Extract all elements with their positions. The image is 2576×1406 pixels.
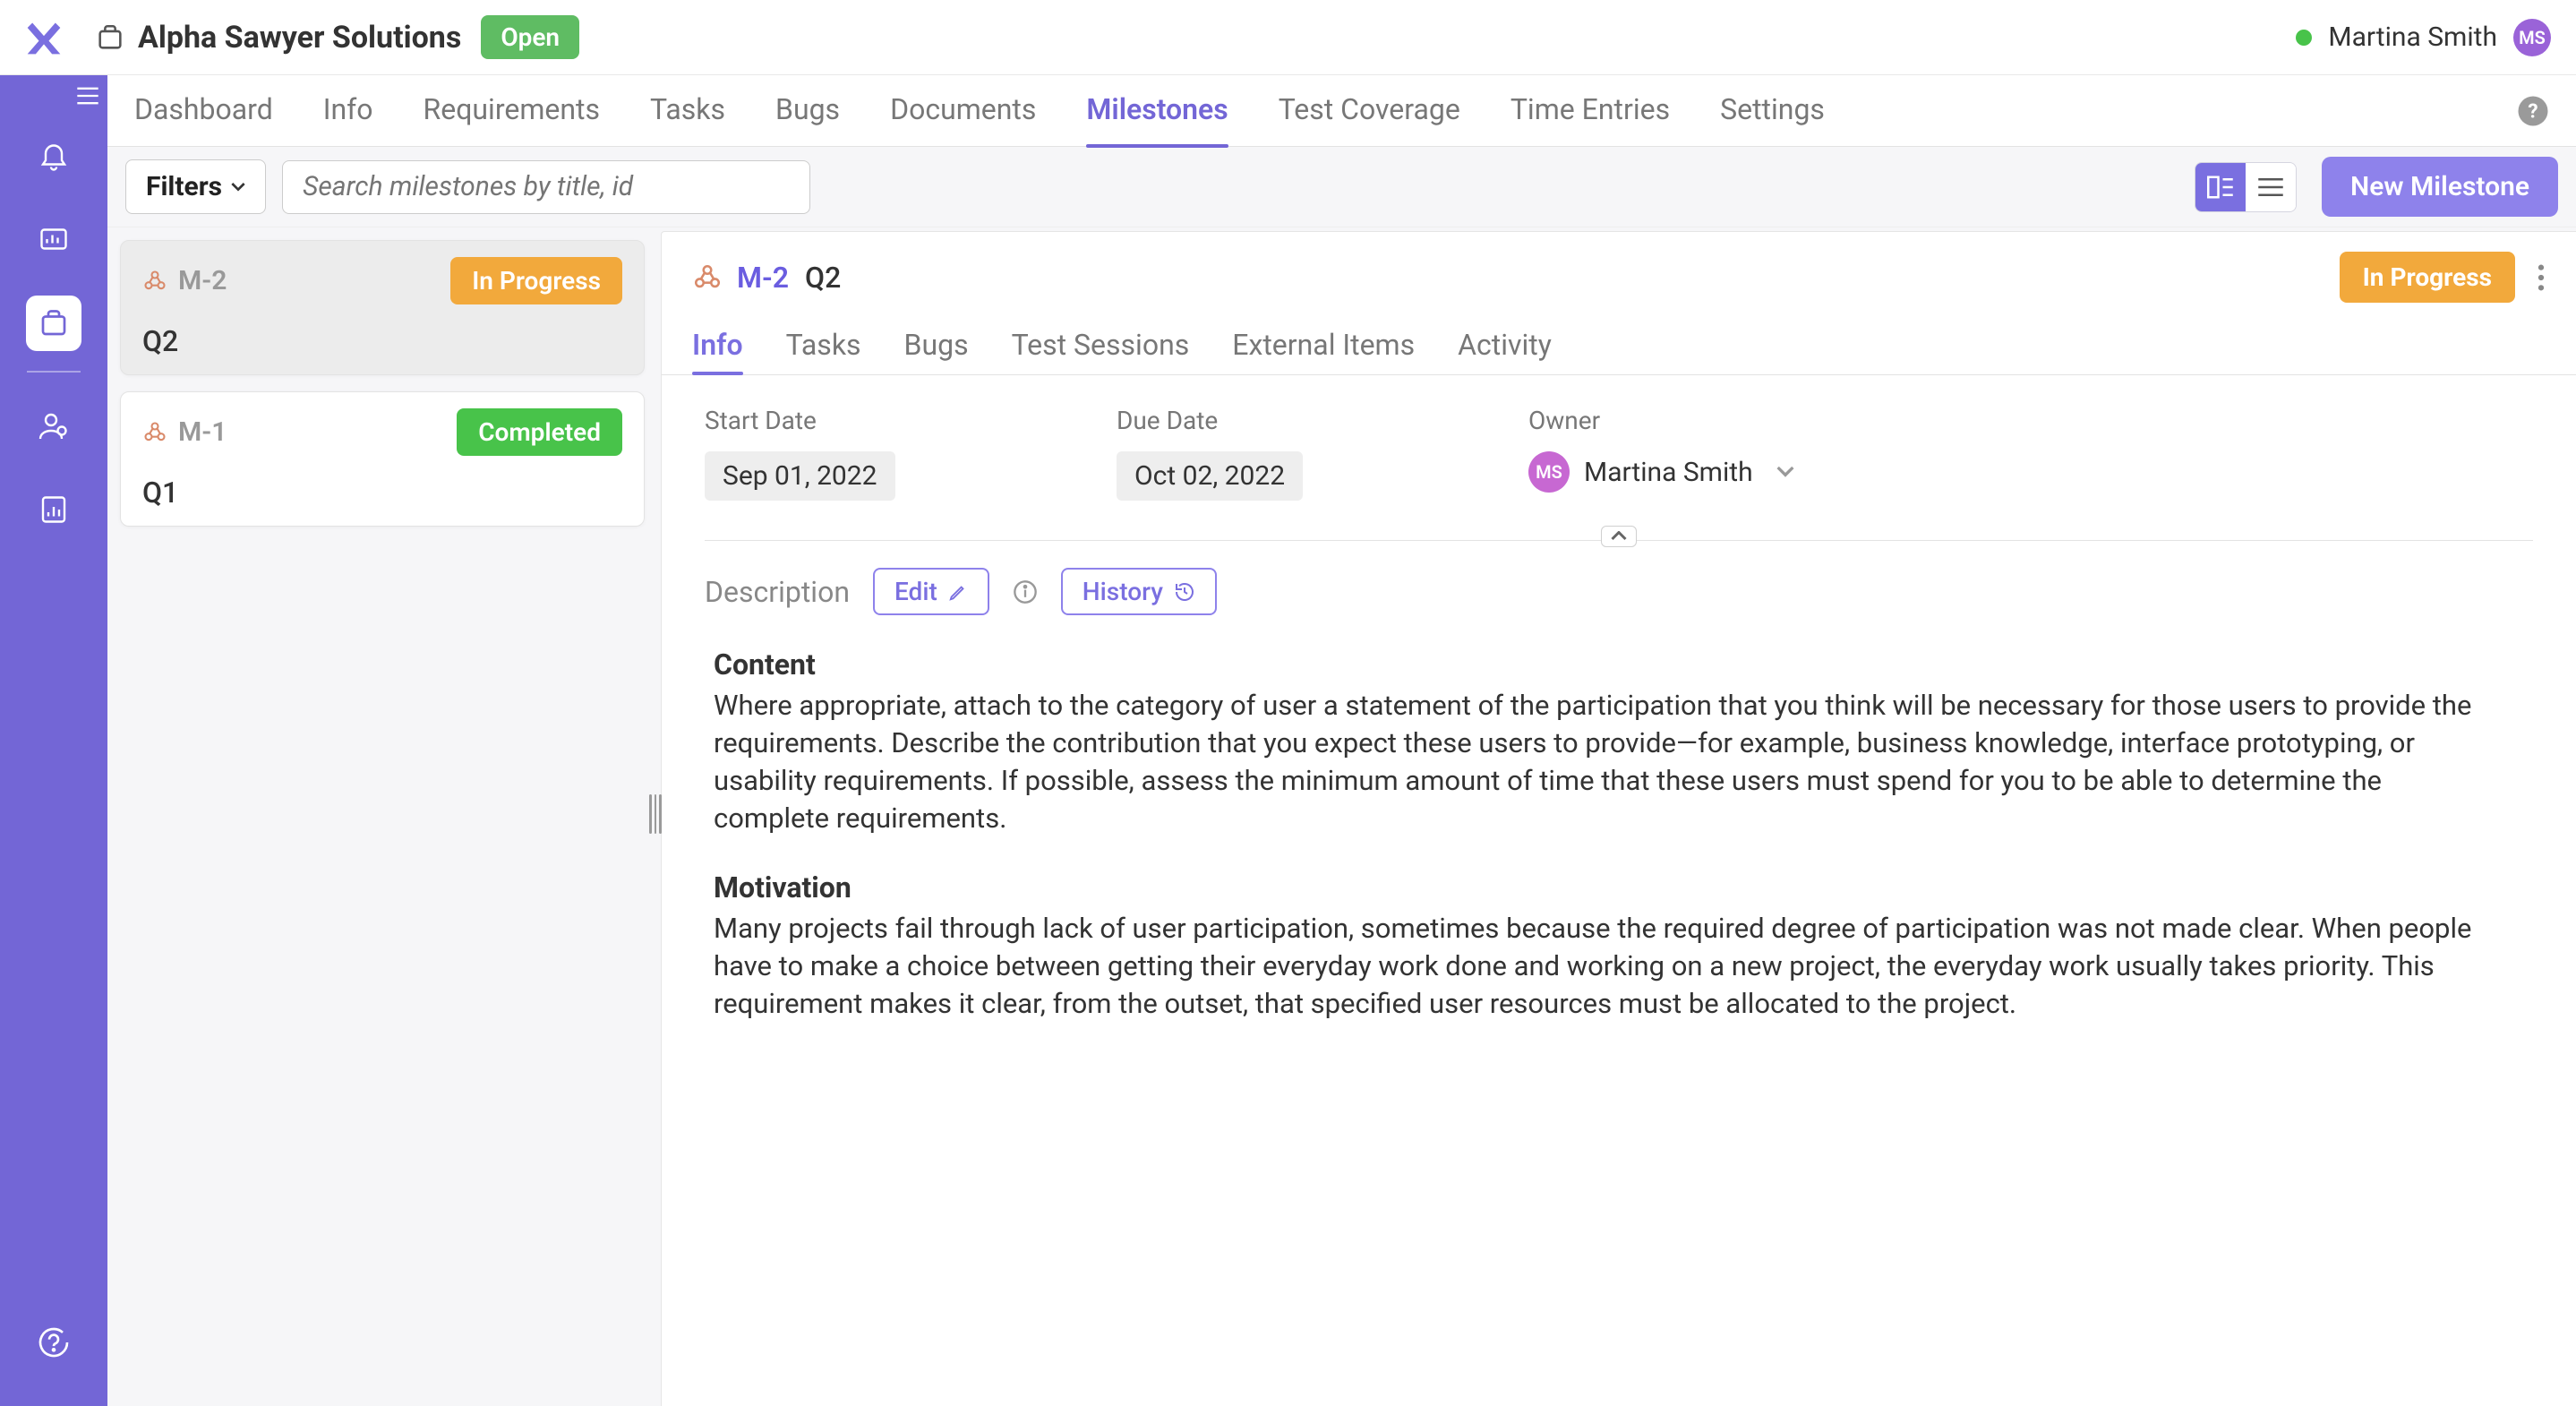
- filters-label: Filters: [146, 171, 222, 202]
- motivation-body: Many projects fail through lack of user …: [714, 910, 2478, 1023]
- history-icon: [1174, 581, 1195, 603]
- milestone-id: M-1: [178, 416, 227, 448]
- view-toggle: [2195, 162, 2297, 212]
- edit-description-button[interactable]: Edit: [873, 568, 989, 615]
- owner-name: Martina Smith: [1584, 457, 1753, 488]
- resize-handle[interactable]: [649, 787, 662, 841]
- description-label: Description: [705, 575, 850, 609]
- info-icon[interactable]: [1013, 579, 1038, 604]
- presence-dot: [2296, 30, 2312, 46]
- detail-tab-info[interactable]: Info: [692, 328, 743, 374]
- nav-tab-tasks[interactable]: Tasks: [650, 75, 725, 147]
- content-heading: Content: [714, 647, 2478, 682]
- owner-selector[interactable]: MS Martina Smith: [1528, 451, 1833, 493]
- description-content: Content Where appropriate, attach to the…: [705, 647, 2486, 1023]
- milestone-title: Q2: [142, 324, 622, 358]
- milestone-type-icon: [692, 262, 723, 293]
- sidebar-divider: [27, 371, 81, 373]
- owner-avatar: MS: [1528, 451, 1570, 493]
- sidebar-dashboard[interactable]: [26, 211, 81, 267]
- sidebar-toggle-icon[interactable]: [75, 86, 100, 106]
- svg-text:?: ?: [2528, 99, 2537, 123]
- milestone-status-badge[interactable]: In Progress: [2340, 252, 2515, 303]
- motivation-heading: Motivation: [714, 870, 2478, 904]
- more-actions-icon[interactable]: [2537, 262, 2546, 293]
- history-button[interactable]: History: [1061, 568, 1217, 615]
- milestones-toolbar: Filters New Milestone: [107, 147, 2576, 227]
- milestone-card[interactable]: M-1 Completed Q1: [120, 391, 645, 527]
- filters-button[interactable]: Filters: [125, 159, 266, 214]
- milestone-status-badge: In Progress: [450, 257, 622, 304]
- collapse-toggle[interactable]: [1601, 526, 1637, 547]
- sidebar-projects[interactable]: [26, 296, 81, 351]
- sidebar-people[interactable]: [26, 398, 81, 453]
- milestone-status-badge: Completed: [457, 408, 622, 456]
- due-date-label: Due Date: [1117, 406, 1421, 435]
- top-header: Alpha Sawyer Solutions Open Martina Smit…: [0, 0, 2576, 75]
- milestone-detail-panel: M-2 Q2 In Progress Info Tasks Bugs Test Ses…: [661, 231, 2576, 1406]
- milestone-id: M-2: [178, 265, 227, 296]
- due-date-value[interactable]: Oct 02, 2022: [1117, 451, 1303, 501]
- nav-tab-bugs[interactable]: Bugs: [775, 75, 840, 147]
- start-date-label: Start Date: [705, 406, 1009, 435]
- app-logo[interactable]: [21, 15, 66, 60]
- chevron-down-icon: [231, 182, 245, 193]
- milestone-type-icon: [142, 269, 167, 294]
- detail-tab-tasks[interactable]: Tasks: [786, 328, 861, 374]
- nav-tab-test-coverage[interactable]: Test Coverage: [1279, 75, 1460, 147]
- sidebar-notifications[interactable]: [26, 127, 81, 183]
- sidebar-reports[interactable]: [26, 482, 81, 537]
- nav-tab-requirements[interactable]: Requirements: [424, 75, 601, 147]
- chevron-down-icon: [1776, 466, 1794, 478]
- milestone-title: Q1: [142, 476, 622, 510]
- milestone-search-input[interactable]: [282, 160, 810, 214]
- detail-tabs: Info Tasks Bugs Test Sessions External Items…: [662, 303, 2576, 374]
- project-status-badge: Open: [481, 15, 579, 59]
- detail-tab-activity[interactable]: Activity: [1458, 328, 1552, 374]
- nav-tab-milestones[interactable]: Milestones: [1086, 75, 1228, 147]
- help-icon[interactable]: ?: [2517, 95, 2549, 127]
- sidebar-help[interactable]: [26, 1315, 81, 1370]
- nav-tab-time-entries[interactable]: Time Entries: [1511, 75, 1670, 147]
- current-user-avatar[interactable]: MS: [2513, 19, 2551, 56]
- detail-tab-bugs[interactable]: Bugs: [904, 328, 969, 374]
- owner-label: Owner: [1528, 406, 1833, 435]
- pencil-icon: [948, 582, 968, 602]
- content-body: Where appropriate, attach to the categor…: [714, 687, 2478, 836]
- current-user-name: Martina Smith: [2328, 21, 2497, 53]
- nav-tab-dashboard[interactable]: Dashboard: [134, 75, 273, 147]
- section-divider: [705, 540, 2533, 541]
- milestone-card[interactable]: M-2 In Progress Q2: [120, 240, 645, 375]
- nav-tab-documents[interactable]: Documents: [890, 75, 1036, 147]
- milestone-id-link[interactable]: M-2: [737, 261, 789, 295]
- view-cards-button[interactable]: [2195, 163, 2246, 211]
- new-milestone-button[interactable]: New Milestone: [2322, 157, 2558, 217]
- start-date-value[interactable]: Sep 01, 2022: [705, 451, 895, 501]
- milestone-title: Q2: [805, 261, 841, 295]
- milestone-list: M-2 In Progress Q2 M-1 Completed Q1: [107, 227, 657, 1406]
- sidebar: [0, 75, 107, 1406]
- detail-tab-external-items[interactable]: External Items: [1232, 328, 1415, 374]
- detail-tab-test-sessions[interactable]: Test Sessions: [1012, 328, 1190, 374]
- project-nav-tabs: Dashboard Info Requirements Tasks Bugs Docume…: [107, 75, 2576, 147]
- milestone-type-icon: [142, 420, 167, 445]
- nav-tab-info[interactable]: Info: [323, 75, 373, 147]
- project-icon: [95, 22, 125, 53]
- nav-tab-settings[interactable]: Settings: [1720, 75, 1825, 147]
- project-title: Alpha Sawyer Solutions: [138, 20, 461, 56]
- view-list-button[interactable]: [2246, 163, 2296, 211]
